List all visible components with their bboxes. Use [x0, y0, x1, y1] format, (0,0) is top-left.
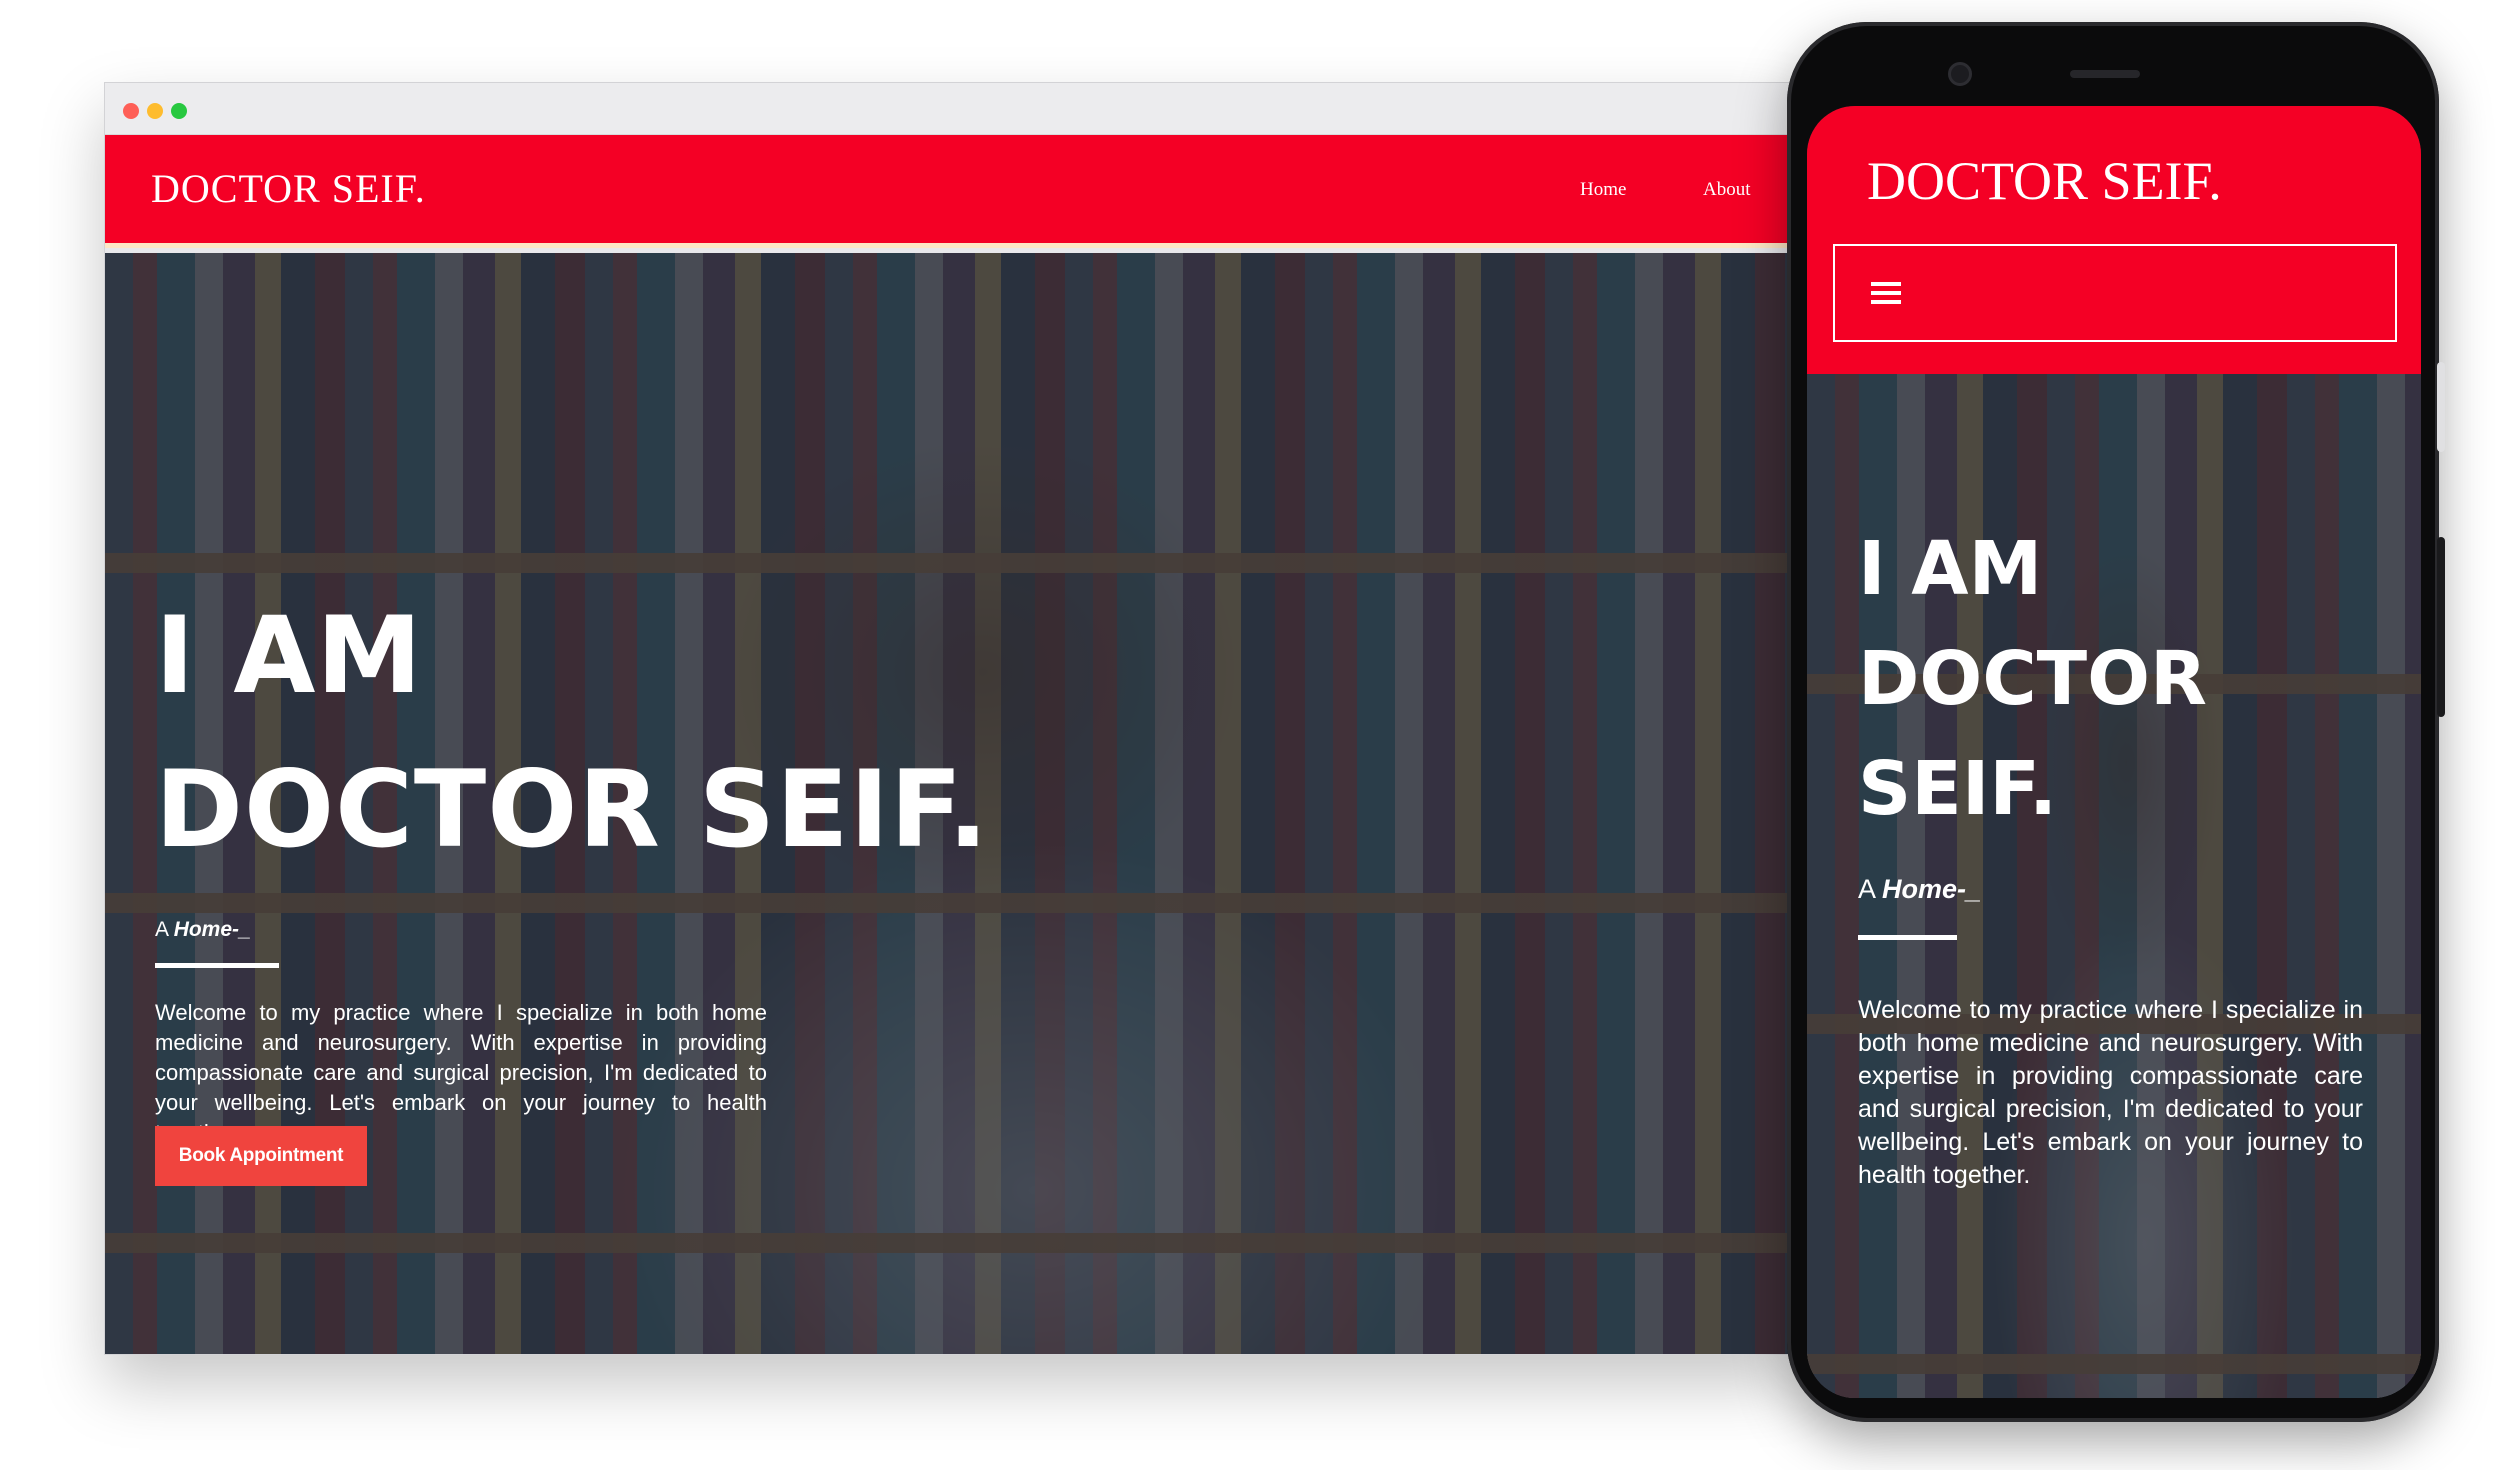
maximize-window-dot-icon[interactable]: [171, 103, 187, 119]
phone-mockup: DOCTOR SEIF. I AM DOCTOR SEIF. A Home-_ …: [1787, 22, 2445, 1422]
hamburger-menu-icon[interactable]: [1871, 282, 1901, 304]
hero-divider: [155, 963, 279, 968]
hero-heading-line2: DOCTOR SEIF.: [155, 748, 990, 871]
site-navbar: DOCTOR SEIF. Home About: [105, 135, 1793, 248]
browser-title-bar: [105, 83, 1793, 135]
mobile-heading-line2: DOCTOR: [1858, 636, 2208, 722]
mobile-subtitle-prefix: A: [1858, 874, 1883, 904]
close-window-dot-icon[interactable]: [123, 103, 139, 119]
site-brand-logo[interactable]: DOCTOR SEIF.: [151, 165, 426, 212]
minimize-window-dot-icon[interactable]: [147, 103, 163, 119]
front-camera-icon: [1948, 62, 1972, 86]
desktop-site: DOCTOR SEIF. Home About I AM DOCTOR SEIF…: [105, 135, 1793, 1354]
hero-subtitle-prefix: A: [155, 918, 174, 941]
mobile-subtitle-highlight: Home-_: [1882, 874, 1982, 904]
mobile-hero-divider: [1858, 935, 1957, 940]
mobile-heading-line1: I AM: [1858, 526, 2043, 612]
hero-typed-subtitle: A Home-_: [155, 918, 251, 942]
hero-heading-line1: I AM: [155, 594, 423, 717]
mobile-hero-section: I AM DOCTOR SEIF. A Home-_ Welcome to my…: [1807, 374, 2421, 1398]
mobile-hero-description: Welcome to my practice where I specializ…: [1858, 996, 2363, 1189]
mobile-menu-toggle[interactable]: [1833, 244, 2397, 342]
mobile-typed-subtitle: A Home-_: [1858, 874, 1981, 905]
book-appointment-button[interactable]: Book Appointment: [155, 1126, 367, 1186]
phone-side-button-top: [2437, 362, 2445, 452]
mobile-header: DOCTOR SEIF.: [1807, 106, 2421, 374]
mobile-brand-logo[interactable]: DOCTOR SEIF.: [1867, 150, 2222, 212]
nav-link-about[interactable]: About: [1703, 179, 1751, 201]
hero-section: I AM DOCTOR SEIF. A Home-_ Welcome to my…: [105, 253, 1793, 1354]
mobile-heading-line3: SEIF.: [1858, 746, 2058, 832]
desktop-browser-mockup: DOCTOR SEIF. Home About I AM DOCTOR SEIF…: [104, 82, 1794, 1355]
phone-power-button: [2437, 537, 2445, 717]
phone-screen: DOCTOR SEIF. I AM DOCTOR SEIF. A Home-_ …: [1807, 106, 2421, 1398]
hero-subtitle-highlight: Home-_: [173, 918, 251, 941]
nav-link-home[interactable]: Home: [1580, 179, 1626, 201]
phone-speaker: [2070, 70, 2140, 78]
